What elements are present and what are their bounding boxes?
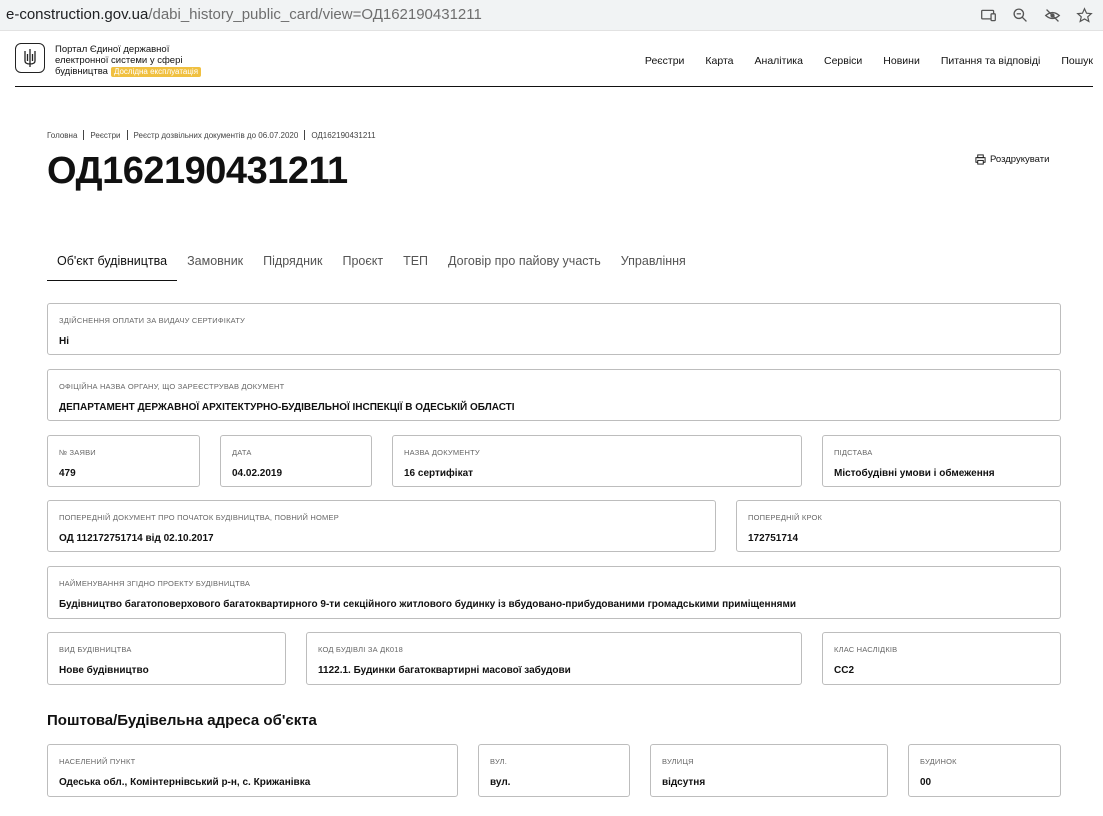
- url-field[interactable]: e-construction.gov.ua/dabi_history_publi…: [6, 6, 482, 23]
- street-type-field: Вул. вул.: [478, 744, 630, 797]
- street-field: Вулиця відсутня: [650, 744, 888, 797]
- portal-name-line: будівництва: [55, 66, 108, 77]
- url-path: /dabi_history_public_card/view=ОД1621904…: [148, 6, 482, 23]
- previous-document-field: Попередній документ про початок будівниц…: [47, 500, 716, 552]
- tab-management[interactable]: Управління: [611, 254, 696, 281]
- field-value: СС2: [834, 665, 855, 676]
- field-value: 16 сертифікат: [404, 468, 474, 479]
- field-label: № заяви: [59, 448, 96, 457]
- bookmark-star-icon[interactable]: [1075, 6, 1093, 24]
- field-value: вул.: [490, 777, 511, 788]
- beta-badge: Дослідна експлуатація: [110, 67, 202, 77]
- nav-faq[interactable]: Питання та відповіді: [941, 55, 1041, 67]
- date-field: Дата 04.02.2019: [220, 435, 372, 487]
- nav-services[interactable]: Сервіси: [824, 55, 862, 67]
- field-value: Будівництво багатоповерхового багатоквар…: [59, 599, 797, 610]
- browser-address-bar: e-construction.gov.ua/dabi_history_publi…: [0, 0, 1103, 31]
- field-value: 04.02.2019: [232, 468, 283, 479]
- portal-name-line: електронної системи у сфері: [55, 55, 183, 66]
- nav-news[interactable]: Новини: [883, 55, 920, 67]
- breadcrumb-current: ОД162190431211: [311, 130, 376, 140]
- main-nav: Реєстри Карта Аналітика Сервіси Новини П…: [645, 55, 1093, 67]
- consequence-class-field: Клас наслідків СС2: [822, 632, 1061, 685]
- field-label: Попередній документ про початок будівниц…: [59, 513, 339, 522]
- breadcrumb-registries[interactable]: Реєстри: [90, 131, 120, 140]
- field-label: Підстава: [834, 448, 873, 457]
- field-value: ОД 112172751714 від 02.10.2017: [59, 533, 214, 544]
- field-label: Вул.: [490, 757, 508, 766]
- print-label: Роздрукувати: [990, 154, 1050, 165]
- field-label: Офіційна назва органу, що зареєстрував д…: [59, 382, 285, 391]
- tab-project[interactable]: Проєкт: [332, 254, 393, 281]
- field-value: Одеська обл., Комінтернівський р-н, с. К…: [59, 777, 311, 788]
- field-value: відсутня: [662, 777, 706, 788]
- field-label: Клас наслідків: [834, 645, 898, 654]
- field-value: 172751714: [748, 533, 799, 544]
- field-value: ДЕПАРТАМЕНТ ДЕРЖАВНОЇ АРХІТЕКТУРНО-БУДІВ…: [59, 402, 515, 413]
- breadcrumb-register[interactable]: Реєстр дозвільних документів до 06.07.20…: [134, 131, 299, 140]
- printer-icon: [975, 154, 986, 165]
- portal-name-line: Портал Єдиної державної: [55, 44, 170, 55]
- tab-share-agreement[interactable]: Договір про пайову участь: [438, 254, 611, 281]
- breadcrumb-separator: [83, 130, 85, 140]
- field-label: Вид будівництва: [59, 645, 132, 654]
- building-number-field: Будинок 00: [908, 744, 1061, 797]
- field-value: 479: [59, 468, 76, 479]
- field-label: Дата: [232, 448, 252, 457]
- field-label: Вулиця: [662, 757, 694, 766]
- tab-bar: Об'єкт будівництва Замовник Підрядник Пр…: [47, 254, 696, 281]
- zoom-icon[interactable]: [1011, 6, 1029, 24]
- nav-map[interactable]: Карта: [705, 55, 733, 67]
- building-code-field: Код будівлі за ДК018 1122.1. Будинки баг…: [306, 632, 802, 685]
- settlement-field: Населений пункт Одеська обл., Комінтерні…: [47, 744, 458, 797]
- breadcrumb-home[interactable]: Головна: [47, 131, 77, 140]
- nav-registries[interactable]: Реєстри: [645, 55, 685, 67]
- basis-field: Підстава Містобудівні умови і обмеження: [822, 435, 1061, 487]
- field-value: 00: [920, 777, 932, 788]
- cast-icon[interactable]: [979, 6, 997, 24]
- breadcrumb: Головна Реєстри Реєстр дозвільних докуме…: [47, 130, 376, 140]
- construction-type-field: Вид будівництва Нове будівництво: [47, 632, 286, 685]
- field-label: Здійснення оплати за видачу сертифікату: [59, 316, 245, 325]
- field-value: 1122.1. Будинки багатоквартирні масової …: [318, 665, 571, 676]
- field-label: Населений пункт: [59, 757, 136, 766]
- breadcrumb-separator: [304, 130, 306, 140]
- tab-tep[interactable]: ТЕП: [393, 254, 438, 281]
- project-name-field: Найменування згідно проекту будівництва …: [47, 566, 1061, 619]
- field-value: Містобудівні умови і обмеження: [834, 468, 995, 479]
- nav-search[interactable]: Пошук: [1061, 55, 1093, 67]
- payment-field: Здійснення оплати за видачу сертифікату …: [47, 303, 1061, 355]
- field-label: Найменування згідно проекту будівництва: [59, 579, 251, 588]
- nav-analytics[interactable]: Аналітика: [755, 55, 803, 67]
- tab-contractor[interactable]: Підрядник: [253, 254, 332, 281]
- address-section-title: Поштова/Будівельна адреса об'єкта: [47, 712, 317, 729]
- field-label: Будинок: [920, 757, 957, 766]
- document-name-field: Назва документу 16 сертифікат: [392, 435, 802, 487]
- previous-step-field: Попередній крок 172751714: [736, 500, 1061, 552]
- tab-customer[interactable]: Замовник: [177, 254, 253, 281]
- application-number-field: № заяви 479: [47, 435, 200, 487]
- field-label: Назва документу: [404, 448, 480, 457]
- page-title: ОД162190431211: [47, 150, 348, 192]
- field-value: Нове будівництво: [59, 665, 149, 676]
- trident-logo-icon[interactable]: [15, 43, 45, 73]
- authority-field: Офіційна назва органу, що зареєстрував д…: [47, 369, 1061, 421]
- site-header: Портал Єдиної державної електронної сист…: [15, 30, 1093, 87]
- portal-name[interactable]: Портал Єдиної державної електронної сист…: [55, 44, 235, 77]
- url-host: e-construction.gov.ua: [6, 6, 149, 23]
- print-button[interactable]: Роздрукувати: [975, 154, 1049, 165]
- breadcrumb-separator: [126, 130, 128, 140]
- field-label: Попередній крок: [748, 513, 823, 522]
- tab-object[interactable]: Об'єкт будівництва: [47, 254, 178, 281]
- field-label: Код будівлі за ДК018: [318, 645, 404, 654]
- field-value: Ні: [59, 336, 69, 347]
- eye-off-icon[interactable]: [1043, 6, 1061, 24]
